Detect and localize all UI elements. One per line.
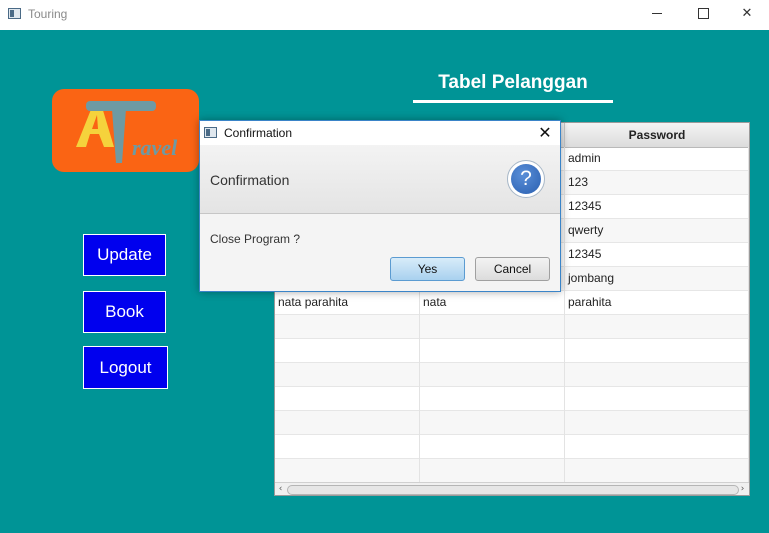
table-row[interactable]: nata parahita nata parahita <box>275 291 749 315</box>
confirmation-dialog: Confirmation ✕ Confirmation ? Close Prog… <box>199 120 561 292</box>
table-row[interactable] <box>275 339 749 363</box>
maximize-icon <box>697 8 709 19</box>
at-travel-logo: ravel <box>52 89 199 172</box>
table-cell <box>420 363 565 387</box>
dialog-title: Confirmation <box>224 126 293 140</box>
table-cell: jombang <box>565 267 749 291</box>
book-button[interactable]: Book <box>83 291 166 333</box>
table-cell <box>275 435 420 459</box>
column-header-password[interactable]: Password <box>565 123 749 147</box>
dialog-header-text: Confirmation <box>210 172 290 188</box>
table-cell <box>420 315 565 339</box>
minimize-icon <box>652 13 662 14</box>
table-cell <box>565 411 749 435</box>
dialog-app-icon <box>204 127 217 138</box>
table-cell <box>275 315 420 339</box>
minimize-button[interactable] <box>634 0 680 30</box>
question-icon: ? <box>507 160 545 198</box>
table-cell <box>565 435 749 459</box>
table-cell: nata parahita <box>275 291 420 315</box>
table-cell <box>420 339 565 363</box>
cancel-button[interactable]: Cancel <box>475 257 550 281</box>
app-icon <box>8 8 21 19</box>
table-row[interactable] <box>275 459 749 483</box>
logo-graphic: ravel <box>76 101 178 163</box>
close-icon: ✕ <box>741 6 753 21</box>
page-title: Tabel Pelanggan <box>438 72 588 93</box>
table-cell <box>565 363 749 387</box>
svg-text:ravel: ravel <box>132 135 178 160</box>
table-cell: 12345 <box>565 195 749 219</box>
table-cell: qwerty <box>565 219 749 243</box>
close-window-button[interactable]: ✕ <box>724 0 769 30</box>
table-row[interactable] <box>275 411 749 435</box>
dialog-close-icon[interactable]: ✕ <box>530 121 560 145</box>
table-cell <box>275 387 420 411</box>
scroll-right-icon[interactable]: › <box>737 483 748 495</box>
table-cell <box>420 435 565 459</box>
window-titlebar: Touring ✕ <box>0 0 769 30</box>
scrollbar-thumb[interactable] <box>287 485 739 495</box>
table-cell: nata <box>420 291 565 315</box>
table-cell <box>565 315 749 339</box>
maximize-button[interactable] <box>680 0 726 30</box>
yes-button[interactable]: Yes <box>390 257 465 281</box>
table-row[interactable] <box>275 435 749 459</box>
horizontal-scrollbar[interactable]: ‹ › <box>275 482 749 495</box>
table-cell: parahita <box>565 291 749 315</box>
logout-button[interactable]: Logout <box>83 346 168 389</box>
table-cell: 12345 <box>565 243 749 267</box>
table-cell <box>275 459 420 483</box>
update-button[interactable]: Update <box>83 234 166 276</box>
table-cell <box>420 411 565 435</box>
table-row[interactable] <box>275 363 749 387</box>
table-cell <box>275 363 420 387</box>
title-underline <box>413 100 613 103</box>
table-row[interactable] <box>275 387 749 411</box>
table-cell <box>565 459 749 483</box>
table-cell: 123 <box>565 171 749 195</box>
table-cell <box>565 387 749 411</box>
dialog-titlebar: Confirmation ✕ <box>200 121 560 145</box>
table-row[interactable] <box>275 315 749 339</box>
table-cell <box>420 459 565 483</box>
table-cell <box>420 387 565 411</box>
table-cell <box>565 339 749 363</box>
window-title: Touring <box>28 7 68 21</box>
table-cell <box>275 411 420 435</box>
dialog-header: Confirmation ? <box>200 145 560 214</box>
dialog-message: Close Program ? <box>210 232 301 246</box>
scroll-left-icon[interactable]: ‹ <box>275 483 286 495</box>
table-cell <box>275 339 420 363</box>
table-cell: admin <box>565 147 749 171</box>
